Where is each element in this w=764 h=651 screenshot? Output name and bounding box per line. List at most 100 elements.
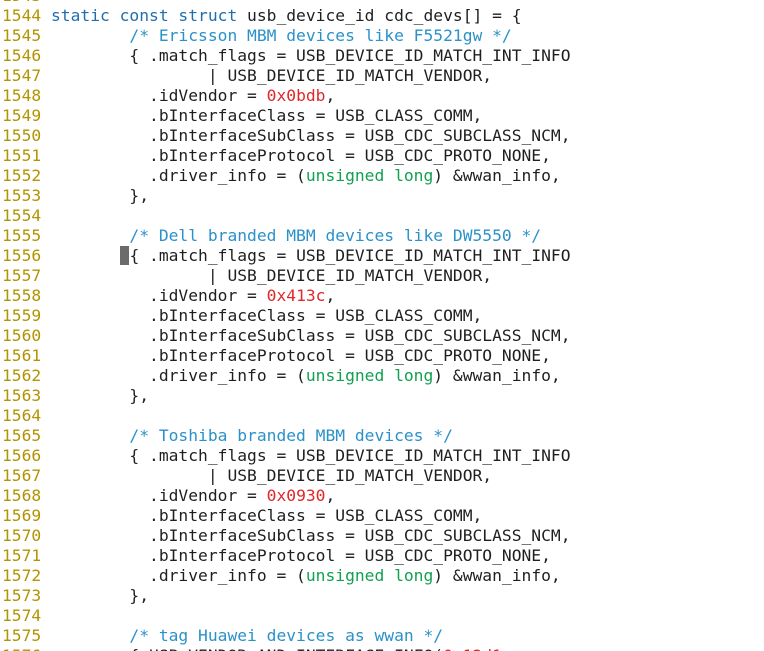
- code-line[interactable]: 1573 },: [0, 586, 571, 606]
- code-line[interactable]: 1563 },: [0, 386, 571, 406]
- code-text[interactable]: [43, 206, 51, 226]
- code-line[interactable]: 1556 { .match_flags = USB_DEVICE_ID_MATC…: [0, 246, 571, 266]
- code-line[interactable]: 1562 .driver_info = (unsigned long) &wwa…: [0, 366, 571, 386]
- code-text[interactable]: .bInterfaceProtocol = USB_CDC_PROTO_NONE…: [43, 146, 551, 166]
- line-number: 1565: [2, 426, 42, 445]
- code-text[interactable]: .bInterfaceProtocol = USB_CDC_PROTO_NONE…: [43, 546, 551, 566]
- code-text[interactable]: { .match_flags = USB_DEVICE_ID_MATCH_INT…: [43, 46, 570, 66]
- code-text[interactable]: .idVendor = 0x413c,: [43, 286, 335, 306]
- line-number: 1552: [2, 166, 42, 185]
- code-text[interactable]: | USB_DEVICE_ID_MATCH_VENDOR,: [43, 466, 492, 486]
- code-text[interactable]: /* Dell branded MBM devices like DW5550 …: [43, 226, 541, 246]
- line-number: 1576: [0, 646, 43, 651]
- code-line[interactable]: 1552 .driver_info = (unsigned long) &wwa…: [0, 166, 571, 186]
- code-text[interactable]: .bInterfaceClass = USB_CLASS_COMM,: [43, 306, 482, 326]
- code-token-plain: },: [51, 186, 150, 205]
- line-number: 1572: [2, 566, 42, 585]
- code-text[interactable]: | USB_DEVICE_ID_MATCH_VENDOR,: [43, 66, 492, 86]
- code-token-num: 0x413c: [266, 286, 326, 305]
- code-token-plain: .bInterfaceClass = USB_CLASS_COMM,: [51, 306, 483, 325]
- code-token-num: 0x0bdb: [266, 86, 326, 105]
- line-number: 1558: [2, 286, 42, 305]
- code-text[interactable]: },: [43, 186, 149, 206]
- code-token-plain: ,: [502, 646, 512, 651]
- code-text[interactable]: [43, 606, 51, 626]
- code-token-plain: },: [51, 386, 150, 405]
- code-line[interactable]: 1547 | USB_DEVICE_ID_MATCH_VENDOR,: [0, 66, 571, 86]
- code-token-plain: ) &wwan_info,: [433, 566, 561, 585]
- code-line[interactable]: 1575 /* tag Huawei devices as wwan */: [0, 626, 571, 646]
- code-line[interactable]: 1557 | USB_DEVICE_ID_MATCH_VENDOR,: [0, 266, 571, 286]
- code-text[interactable]: .driver_info = (unsigned long) &wwan_inf…: [43, 566, 561, 586]
- code-text[interactable]: .bInterfaceSubClass = USB_CDC_SUBCLASS_N…: [43, 326, 571, 346]
- code-text[interactable]: .bInterfaceClass = USB_CLASS_COMM,: [43, 506, 482, 526]
- code-line[interactable]: 1545 /* Ericsson MBM devices like F5521g…: [0, 26, 571, 46]
- code-token-plain: .bInterfaceProtocol = USB_CDC_PROTO_NONE…: [51, 346, 551, 365]
- line-number: 1555: [2, 226, 42, 245]
- code-token-type: unsigned long: [305, 366, 434, 385]
- code-token-plain: },: [51, 586, 150, 605]
- code-text[interactable]: },: [43, 586, 149, 606]
- code-text[interactable]: [43, 406, 51, 426]
- code-line[interactable]: 1564: [0, 406, 571, 426]
- code-line[interactable]: 1568 .idVendor = 0x0930,: [0, 486, 571, 506]
- code-text[interactable]: .bInterfaceSubClass = USB_CDC_SUBCLASS_N…: [43, 526, 571, 546]
- line-number: 1548: [2, 86, 42, 105]
- code-text[interactable]: static const struct usb_device_id cdc_de…: [43, 6, 522, 26]
- code-text[interactable]: /* tag Huawei devices as wwan */: [43, 626, 443, 646]
- code-line[interactable]: 1558 .idVendor = 0x413c,: [0, 286, 571, 306]
- code-line[interactable]: 1566 { .match_flags = USB_DEVICE_ID_MATC…: [0, 446, 571, 466]
- code-token-plain: .driver_info = (: [51, 166, 306, 185]
- code-text[interactable]: { .match_flags = USB_DEVICE_ID_MATCH_INT…: [43, 446, 571, 466]
- code-text[interactable]: .driver_info = (unsigned long) &wwan_inf…: [43, 166, 561, 186]
- code-token-plain: { .match_flags = USB_DEVICE_ID_MATCH_INT…: [51, 446, 571, 465]
- code-line[interactable]: 1555 /* Dell branded MBM devices like DW…: [0, 226, 571, 246]
- code-text[interactable]: .bInterfaceClass = USB_CLASS_COMM,: [43, 106, 482, 126]
- code-token-num: 0x12d1: [443, 646, 502, 651]
- line-number: 1563: [2, 386, 42, 405]
- code-line[interactable]: 1551 .bInterfaceProtocol = USB_CDC_PROTO…: [0, 146, 571, 166]
- code-token-comment: /* Toshiba branded MBM devices */: [129, 426, 453, 445]
- code-text[interactable]: /* Ericsson MBM devices like F5521gw */: [43, 26, 512, 46]
- line-number: 1569: [2, 506, 42, 525]
- code-line[interactable]: 1572 .driver_info = (unsigned long) &wwa…: [0, 566, 571, 586]
- code-token-comment: /* Ericsson MBM devices like F5521gw */: [129, 26, 512, 45]
- code-text[interactable]: .driver_info = (unsigned long) &wwan_inf…: [43, 366, 561, 386]
- code-line[interactable]: 1559 .bInterfaceClass = USB_CLASS_COMM,: [0, 306, 571, 326]
- code-line[interactable]: 1554: [0, 206, 571, 226]
- code-text[interactable]: /* Toshiba branded MBM devices */: [43, 426, 453, 446]
- line-number: 1573: [2, 586, 42, 605]
- code-line[interactable]: 1570 .bInterfaceSubClass = USB_CDC_SUBCL…: [0, 526, 571, 546]
- code-text[interactable]: },: [43, 386, 149, 406]
- code-text[interactable]: | USB_DEVICE_ID_MATCH_VENDOR,: [43, 266, 492, 286]
- code-line[interactable]: 1561 .bInterfaceProtocol = USB_CDC_PROTO…: [0, 346, 571, 366]
- code-line[interactable]: 1546 { .match_flags = USB_DEVICE_ID_MATC…: [0, 46, 571, 66]
- code-line[interactable]: 1565 /* Toshiba branded MBM devices */: [0, 426, 571, 446]
- code-text[interactable]: .idVendor = 0x0bdb,: [43, 86, 335, 106]
- code-line[interactable]: 1560 .bInterfaceSubClass = USB_CDC_SUBCL…: [0, 326, 571, 346]
- code-line[interactable]: 1569 .bInterfaceClass = USB_CLASS_COMM,: [0, 506, 571, 526]
- code-token-comment: /* Dell branded MBM devices like DW5550 …: [129, 226, 542, 245]
- code-line[interactable]: 1544 static const struct usb_device_id cd…: [0, 6, 571, 26]
- code-text[interactable]: { .match_flags = USB_DEVICE_ID_MATCH_INT…: [43, 246, 571, 266]
- code-token-comment: /* tag Huawei devices as wwan */: [129, 626, 444, 645]
- code-token-plain: .idVendor =: [51, 286, 267, 305]
- code-line[interactable]: 1548 .idVendor = 0x0bdb,: [0, 86, 571, 106]
- code-token-plain: .idVendor =: [51, 86, 267, 105]
- code-line[interactable]: 1553 },: [0, 186, 571, 206]
- code-line[interactable]: 1576 { USB_VENDOR_AND_INTERFACE_INFO(0x1…: [0, 646, 571, 651]
- code-line[interactable]: 1567 | USB_DEVICE_ID_MATCH_VENDOR,: [0, 466, 571, 486]
- code-line[interactable]: 1549 .bInterfaceClass = USB_CLASS_COMM,: [0, 106, 571, 126]
- line-number: 1561: [2, 346, 42, 365]
- code-text[interactable]: .bInterfaceProtocol = USB_CDC_PROTO_NONE…: [43, 346, 551, 366]
- code-token-plain: .bInterfaceProtocol = USB_CDC_PROTO_NONE…: [51, 546, 551, 565]
- code-line[interactable]: 1550 .bInterfaceSubClass = USB_CDC_SUBCL…: [0, 126, 571, 146]
- code-text[interactable]: { USB_VENDOR_AND_INTERFACE_INFO(0x12d1,: [43, 646, 512, 651]
- code-text[interactable]: .idVendor = 0x0930,: [43, 486, 335, 506]
- line-number: 1547: [2, 66, 42, 85]
- code-editor[interactable]: 15431544static const struct usb_device_i…: [0, 0, 764, 651]
- code-text[interactable]: .bInterfaceSubClass = USB_CDC_SUBCLASS_N…: [43, 126, 571, 146]
- code-line[interactable]: 1571 .bInterfaceProtocol = USB_CDC_PROTO…: [0, 546, 571, 566]
- code-line[interactable]: 1574: [0, 606, 571, 626]
